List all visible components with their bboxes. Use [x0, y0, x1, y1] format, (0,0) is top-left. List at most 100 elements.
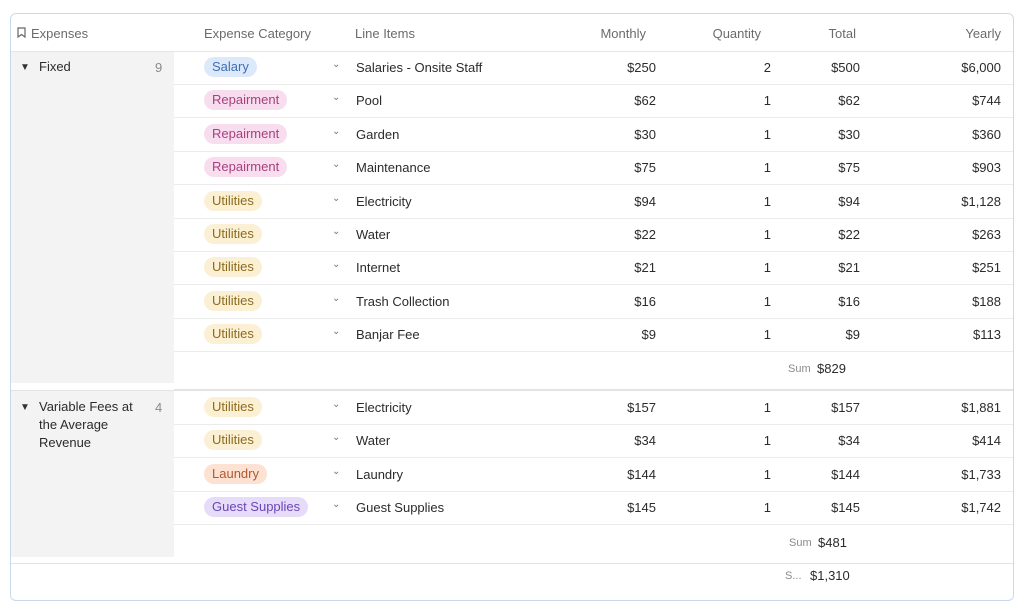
- line-item[interactable]: Pool: [356, 93, 382, 108]
- expenses-table: Expenses Expense Category Line Items Mon…: [10, 13, 1014, 601]
- monthly-value[interactable]: $16: [546, 294, 656, 309]
- yearly-value: $263: [972, 227, 1001, 242]
- chevron-down-icon[interactable]: ⌄: [332, 59, 340, 70]
- yearly-value: $113: [973, 327, 1001, 343]
- category-pill[interactable]: Laundry: [204, 463, 267, 484]
- grand-total-value: $1,310: [810, 568, 850, 583]
- yearly-value: $1,733: [961, 466, 1001, 482]
- category-pill[interactable]: Utilities: [204, 290, 262, 311]
- monthly-value[interactable]: $22: [546, 227, 656, 242]
- chevron-down-icon[interactable]: ⌄: [332, 466, 340, 477]
- monthly-value[interactable]: $9: [546, 327, 656, 342]
- header-monthly[interactable]: Monthly: [546, 26, 646, 41]
- group-name: Fixed: [39, 59, 71, 74]
- table-row[interactable]: Utilities ⌄ Trash Collection $16 1 $16 $188: [174, 285, 1013, 319]
- table-row[interactable]: Repairment ⌄ Maintenance $75 1 $75 $903: [174, 151, 1013, 186]
- chevron-down-icon[interactable]: ⌄: [332, 159, 340, 170]
- chevron-down-icon[interactable]: ⌄: [332, 293, 340, 304]
- table-row[interactable]: Repairment ⌄ Pool $62 1 $62 $744: [174, 84, 1013, 119]
- chevron-down-icon[interactable]: ⌄: [332, 432, 340, 443]
- header-total[interactable]: Total: [756, 26, 856, 41]
- monthly-value[interactable]: $34: [546, 433, 656, 448]
- line-item[interactable]: Salaries - Onsite Staff: [356, 60, 482, 75]
- sum-value: $481: [818, 535, 847, 550]
- monthly-value[interactable]: $144: [546, 467, 656, 482]
- chevron-down-icon[interactable]: ⌄: [332, 126, 340, 137]
- category-pill[interactable]: Utilities: [204, 397, 262, 417]
- group-sum-row: Sum $481: [174, 524, 1013, 564]
- group-divider: [11, 563, 1013, 564]
- group-count: 4: [155, 400, 163, 415]
- yearly-value: $1,742: [961, 500, 1001, 516]
- monthly-value[interactable]: $145: [546, 500, 656, 515]
- header-yearly[interactable]: Yearly: [901, 26, 1001, 41]
- line-item[interactable]: Trash Collection: [356, 294, 449, 309]
- table-row[interactable]: Utilities ⌄ Internet $21 1 $21 $251: [174, 251, 1013, 286]
- header-expenses[interactable]: Expenses: [31, 26, 88, 41]
- bookmark-icon: [17, 27, 26, 38]
- total-value: $500: [831, 60, 860, 75]
- table-row[interactable]: Utilities ⌄ Water $34 1 $34 $414: [174, 424, 1013, 459]
- collapse-triangle-icon[interactable]: ▼: [20, 62, 30, 73]
- table-row[interactable]: Repairment ⌄ Garden $30 1 $30 $360: [174, 118, 1013, 152]
- chevron-down-icon[interactable]: ⌄: [332, 326, 340, 337]
- category-pill[interactable]: Salary: [204, 57, 257, 77]
- monthly-value[interactable]: $94: [546, 194, 656, 209]
- monthly-value[interactable]: $157: [546, 400, 656, 415]
- line-item[interactable]: Maintenance: [356, 160, 430, 175]
- line-item[interactable]: Laundry: [356, 467, 403, 482]
- yearly-value: $744: [972, 93, 1001, 109]
- table-row[interactable]: Salary ⌄ Salaries - Onsite Staff $250 2 $500 $…: [174, 51, 1013, 85]
- chevron-down-icon[interactable]: ⌄: [332, 499, 340, 510]
- monthly-value[interactable]: $75: [546, 160, 656, 175]
- group-name: Variable Fees at the Average Revenue: [39, 399, 133, 450]
- total-value: $75: [838, 160, 860, 176]
- category-pill[interactable]: Repairment: [204, 157, 288, 178]
- collapse-triangle-icon[interactable]: ▼: [20, 402, 30, 413]
- yearly-value: $251: [972, 260, 1001, 276]
- table-row[interactable]: Utilities ⌄ Electricity $94 1 $94 $1,128: [174, 185, 1013, 219]
- grand-total-label: S...: [785, 570, 802, 582]
- line-item[interactable]: Internet: [356, 260, 400, 275]
- monthly-value[interactable]: $250: [546, 60, 656, 75]
- table-row[interactable]: Guest Supplies ⌄ Guest Supplies $145 1 $145 $1…: [174, 491, 1013, 526]
- category-pill[interactable]: Utilities: [204, 257, 262, 278]
- line-item[interactable]: Water: [356, 433, 390, 448]
- chevron-down-icon[interactable]: ⌄: [332, 92, 340, 103]
- table-row[interactable]: Laundry ⌄ Laundry $144 1 $144 $1,733: [174, 458, 1013, 492]
- total-value: $145: [831, 500, 860, 516]
- category-pill[interactable]: Utilities: [204, 324, 262, 345]
- total-value: $62: [838, 93, 860, 109]
- table-row[interactable]: Utilities ⌄ Water $22 1 $22 $263: [174, 218, 1013, 252]
- yearly-value: $414: [972, 433, 1001, 449]
- category-pill[interactable]: Repairment: [204, 90, 288, 111]
- category-pill[interactable]: Utilities: [204, 430, 262, 451]
- total-value: $94: [838, 193, 860, 209]
- line-item[interactable]: Banjar Fee: [356, 327, 420, 342]
- total-value: $16: [838, 293, 860, 309]
- monthly-value[interactable]: $30: [546, 127, 656, 142]
- yearly-value: $360: [972, 126, 1001, 142]
- chevron-down-icon[interactable]: ⌄: [332, 226, 340, 237]
- table-row[interactable]: Utilities ⌄ Electricity $157 1 $157 $1,881: [174, 391, 1013, 425]
- line-item[interactable]: Electricity: [356, 400, 412, 415]
- line-item[interactable]: Guest Supplies: [356, 500, 444, 515]
- table-row[interactable]: Utilities ⌄ Banjar Fee $9 1 $9 $113: [174, 318, 1013, 353]
- line-item[interactable]: Water: [356, 227, 390, 242]
- chevron-down-icon[interactable]: ⌄: [332, 193, 340, 204]
- table-header: Expenses Expense Category Line Items Mon…: [11, 14, 1013, 52]
- category-pill[interactable]: Guest Supplies: [204, 497, 309, 518]
- line-item[interactable]: Electricity: [356, 194, 412, 209]
- category-pill[interactable]: Utilities: [204, 190, 262, 211]
- category-pill[interactable]: Utilities: [204, 224, 262, 244]
- sum-value: $829: [817, 361, 846, 376]
- header-quantity[interactable]: Quantity: [661, 26, 761, 41]
- header-line-items[interactable]: Line Items: [355, 26, 415, 41]
- chevron-down-icon[interactable]: ⌄: [332, 399, 340, 410]
- chevron-down-icon[interactable]: ⌄: [332, 259, 340, 270]
- category-pill[interactable]: Repairment: [204, 123, 288, 144]
- monthly-value[interactable]: $62: [546, 93, 656, 108]
- header-expense-category[interactable]: Expense Category: [204, 26, 311, 41]
- monthly-value[interactable]: $21: [546, 260, 656, 275]
- line-item[interactable]: Garden: [356, 127, 399, 142]
